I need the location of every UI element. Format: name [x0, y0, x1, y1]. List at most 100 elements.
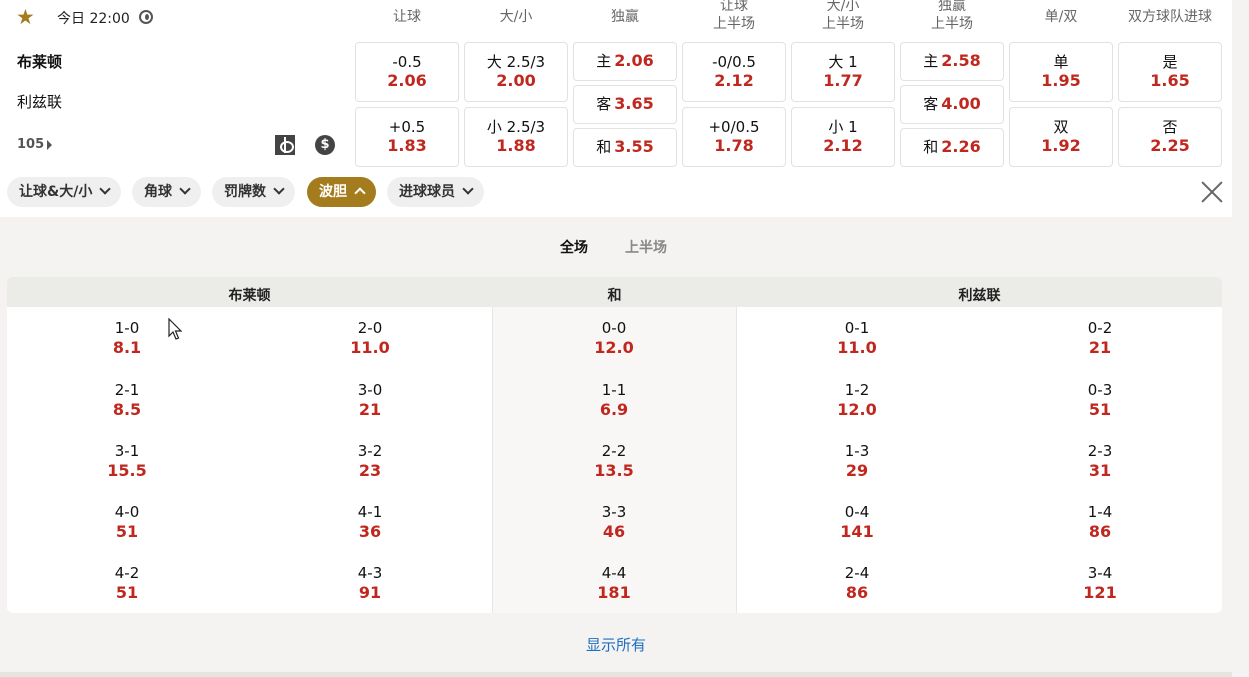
- odds-button-moneyline-1h-away[interactable]: 客 4.00: [900, 85, 1004, 124]
- score-odds-button[interactable]: 0-2 21: [1030, 318, 1170, 358]
- header-moneyline-1h: 独赢 上半场: [931, 0, 973, 32]
- score-odds-button[interactable]: 2-1 8.5: [57, 380, 197, 420]
- odds-button-moneyline-draw[interactable]: 和 3.55: [573, 128, 677, 167]
- score-odds-button[interactable]: 4-4 181: [544, 563, 684, 603]
- odds-button-even[interactable]: 双 1.92: [1009, 107, 1113, 167]
- column-header-home: 布莱顿: [228, 288, 271, 304]
- score-price: 11.0: [350, 338, 390, 357]
- score-odds-button[interactable]: 0-0 12.0: [544, 318, 684, 358]
- score-price: 36: [358, 522, 382, 541]
- score-odds-button[interactable]: 4-1 36: [300, 502, 440, 542]
- score-label: 0-3: [1087, 381, 1113, 399]
- score-label: 3-2: [357, 442, 383, 460]
- odds-button-handicap-home[interactable]: -0.5 2.06: [355, 42, 459, 102]
- score-odds-button[interactable]: 4-0 51: [57, 502, 197, 542]
- score-label: 3-0: [357, 381, 383, 399]
- tab-first-half[interactable]: 上半场: [625, 237, 667, 257]
- correct-score-header: 布莱顿 和 利兹联: [7, 277, 1222, 307]
- chevron-up-icon: [354, 187, 366, 199]
- show-all-link[interactable]: 显示所有: [0, 634, 1232, 655]
- score-label: 2-1: [114, 381, 140, 399]
- score-odds-button[interactable]: 4-2 51: [57, 563, 197, 603]
- score-odds-button[interactable]: 3-1 15.5: [57, 441, 197, 481]
- score-odds-button[interactable]: 1-4 86: [1030, 502, 1170, 542]
- favorite-star-icon[interactable]: ★: [16, 6, 38, 28]
- filter-correct-score[interactable]: 波胆: [307, 177, 376, 207]
- header-handicap: 让球: [393, 9, 421, 25]
- score-odds-button[interactable]: 2-4 86: [787, 563, 927, 603]
- filter-corners[interactable]: 角球: [132, 177, 201, 207]
- odds-button-btts-no[interactable]: 否 2.25: [1118, 107, 1222, 167]
- scrollbar[interactable]: [1232, 0, 1249, 677]
- score-price: 8.5: [112, 400, 142, 419]
- odds-button-under[interactable]: 小 2.5/3 1.88: [464, 107, 568, 167]
- score-odds-button[interactable]: 1-1 6.9: [544, 380, 684, 420]
- score-odds-button[interactable]: 3-4 121: [1030, 563, 1170, 603]
- score-odds-button[interactable]: 2-3 31: [1030, 441, 1170, 481]
- score-price: 51: [115, 583, 139, 602]
- chevron-down-icon: [462, 183, 474, 195]
- score-price: 141: [840, 522, 874, 541]
- score-odds-button[interactable]: 2-2 13.5: [544, 441, 684, 481]
- score-odds-button[interactable]: 0-3 51: [1030, 380, 1170, 420]
- score-label: 2-4: [844, 564, 870, 582]
- odds-button-moneyline-1h-home[interactable]: 主 2.58: [900, 42, 1004, 81]
- more-markets-count[interactable]: 105: [17, 137, 44, 152]
- odds-button-moneyline-away[interactable]: 客 3.65: [573, 85, 677, 124]
- match-time: 今日 22:00: [57, 11, 130, 27]
- odds-button-under-1h[interactable]: 小 1 2.12: [791, 107, 895, 167]
- score-odds-button[interactable]: 1-3 29: [787, 441, 927, 481]
- score-odds-button[interactable]: 1-2 12.0: [787, 380, 927, 420]
- score-label: 0-1: [844, 319, 870, 337]
- odds-button-over[interactable]: 大 2.5/3 2.00: [464, 42, 568, 102]
- odds-button-over-1h[interactable]: 大 1 1.77: [791, 42, 895, 102]
- odds-button-handicap-1h-home[interactable]: -0/0.5 2.12: [682, 42, 786, 102]
- pitch-icon[interactable]: [275, 135, 295, 155]
- filter-goalscorer[interactable]: 进球球员: [387, 177, 484, 207]
- score-label: 3-4: [1087, 564, 1113, 582]
- header-btts: 双方球队进球: [1128, 9, 1212, 25]
- score-price: 86: [1088, 522, 1112, 541]
- score-price: 181: [597, 583, 631, 602]
- odds-button-handicap-1h-away[interactable]: +0/0.5 1.78: [682, 107, 786, 167]
- score-odds-button[interactable]: 2-0 11.0: [300, 318, 440, 358]
- correct-score-table: 布莱顿 和 利兹联 1-0 8.1 2-0 11.0 0-0 12.0 0-1 11.0 0-2…: [7, 277, 1222, 613]
- cash-out-icon[interactable]: $: [315, 135, 335, 155]
- home-team-name: 布莱顿: [17, 53, 63, 71]
- score-price: 86: [845, 583, 869, 602]
- score-odds-button[interactable]: 3-2 23: [300, 441, 440, 481]
- odds-button-odd[interactable]: 单 1.95: [1009, 42, 1113, 102]
- chevron-down-icon: [179, 183, 191, 195]
- score-label: 4-1: [357, 503, 383, 521]
- score-label: 1-4: [1087, 503, 1113, 521]
- score-odds-button[interactable]: 3-0 21: [300, 380, 440, 420]
- score-price: 12.0: [837, 400, 877, 419]
- odds-button-moneyline-home[interactable]: 主 2.06: [573, 42, 677, 81]
- away-team-name: 利兹联: [17, 93, 63, 111]
- score-odds-button[interactable]: 0-1 11.0: [787, 318, 927, 358]
- score-label: 1-1: [601, 381, 627, 399]
- score-price: 31: [1088, 461, 1112, 480]
- filter-handicap-ou[interactable]: 让球&大/小: [7, 177, 122, 207]
- close-icon[interactable]: [1201, 181, 1223, 203]
- filter-cards[interactable]: 罚牌数: [212, 177, 295, 207]
- score-odds-button[interactable]: 4-3 91: [300, 563, 440, 603]
- score-odds-button[interactable]: 3-3 46: [544, 502, 684, 542]
- chevron-right-icon[interactable]: [47, 140, 52, 150]
- score-price: 121: [1083, 583, 1117, 602]
- odds-button-handicap-away[interactable]: +0.5 1.83: [355, 107, 459, 167]
- odds-button-btts-yes[interactable]: 是 1.65: [1118, 42, 1222, 102]
- score-label: 1-2: [844, 381, 870, 399]
- tab-full-time[interactable]: 全场: [560, 237, 588, 257]
- score-price: 51: [115, 522, 139, 541]
- score-label: 3-1: [114, 442, 140, 460]
- score-label: 4-2: [114, 564, 140, 582]
- score-price: 13.5: [594, 461, 634, 480]
- score-label: 4-3: [357, 564, 383, 582]
- divider: [0, 672, 1232, 677]
- score-odds-button[interactable]: 0-4 141: [787, 502, 927, 542]
- night-match-icon: [139, 10, 153, 24]
- score-price: 29: [845, 461, 869, 480]
- odds-button-moneyline-1h-draw[interactable]: 和 2.26: [900, 128, 1004, 167]
- score-price: 46: [602, 522, 626, 541]
